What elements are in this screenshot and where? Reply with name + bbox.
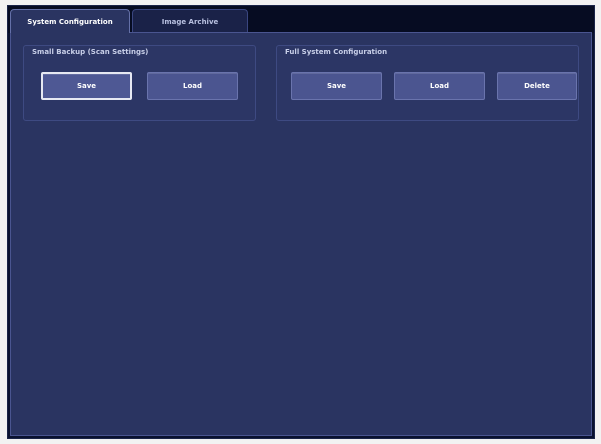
small-backup-save-button[interactable]: Save <box>41 72 132 100</box>
tab-bar: System Configuration Image Archive <box>8 6 594 33</box>
full-config-save-button[interactable]: Save <box>291 72 382 100</box>
tab-system-configuration[interactable]: System Configuration <box>10 9 130 33</box>
configuration-window: System Configuration Image Archive Small… <box>7 5 595 439</box>
full-config-load-button[interactable]: Load <box>394 72 485 100</box>
full-config-delete-button[interactable]: Delete <box>497 72 577 100</box>
small-backup-load-button[interactable]: Load <box>147 72 238 100</box>
small-backup-group: Small Backup (Scan Settings) Save Load <box>23 45 256 121</box>
full-system-configuration-group: Full System Configuration Save Load Dele… <box>276 45 579 121</box>
small-backup-title: Small Backup (Scan Settings) <box>32 48 149 56</box>
tab-image-archive[interactable]: Image Archive <box>132 9 248 33</box>
system-configuration-panel: Small Backup (Scan Settings) Save Load F… <box>10 32 592 436</box>
full-system-configuration-title: Full System Configuration <box>285 48 388 56</box>
